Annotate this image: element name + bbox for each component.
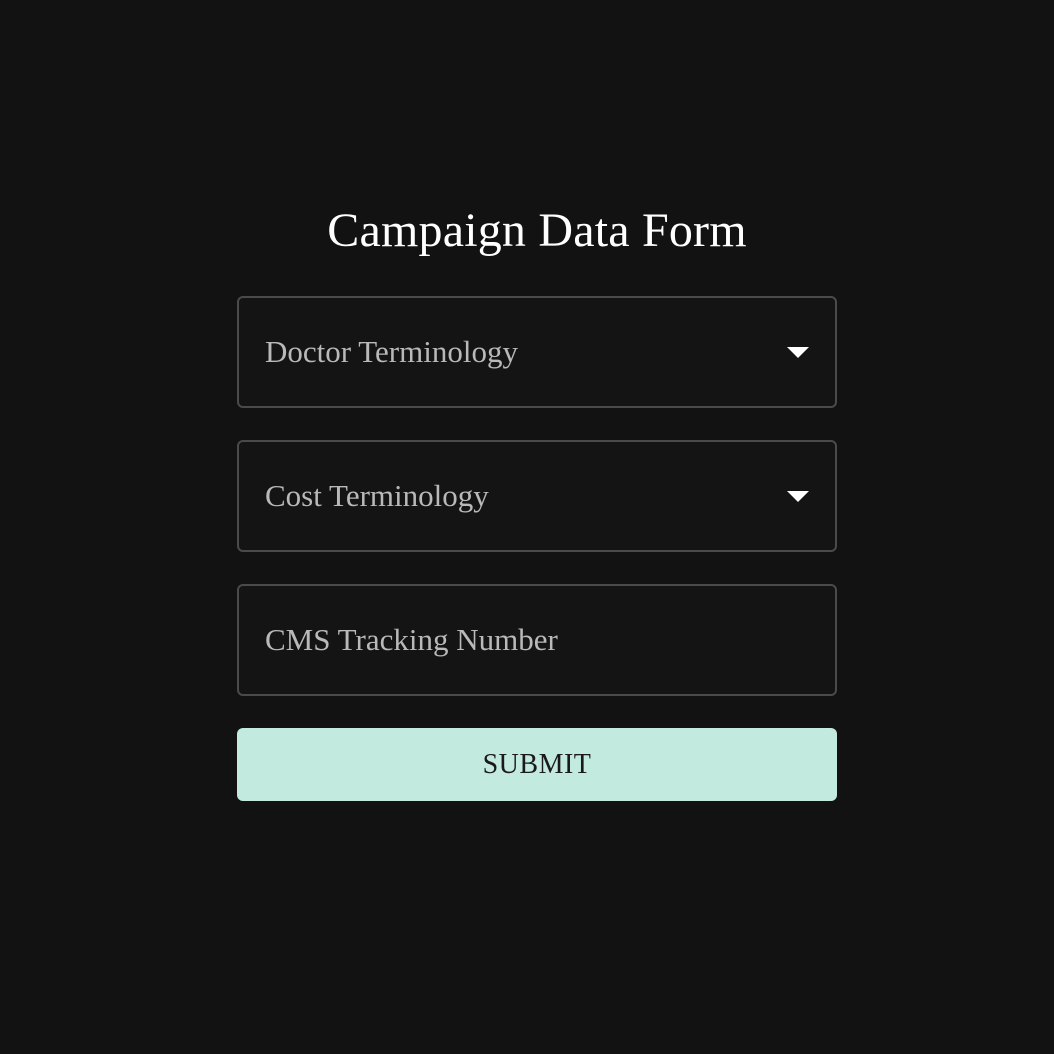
caret-down-icon — [787, 491, 809, 502]
doctor-terminology-select[interactable]: Doctor Terminology — [237, 296, 837, 408]
caret-down-icon — [787, 347, 809, 358]
cms-tracking-number-input[interactable]: CMS Tracking Number — [237, 584, 837, 696]
cost-terminology-select[interactable]: Cost Terminology — [237, 440, 837, 552]
submit-button[interactable]: SUBMIT — [237, 728, 837, 801]
campaign-data-form: Campaign Data Form Doctor Terminology Co… — [237, 198, 837, 801]
doctor-terminology-placeholder: Doctor Terminology — [265, 334, 518, 369]
cms-tracking-number-placeholder: CMS Tracking Number — [265, 622, 558, 657]
form-title: Campaign Data Form — [327, 204, 747, 257]
cost-terminology-placeholder: Cost Terminology — [265, 478, 489, 513]
